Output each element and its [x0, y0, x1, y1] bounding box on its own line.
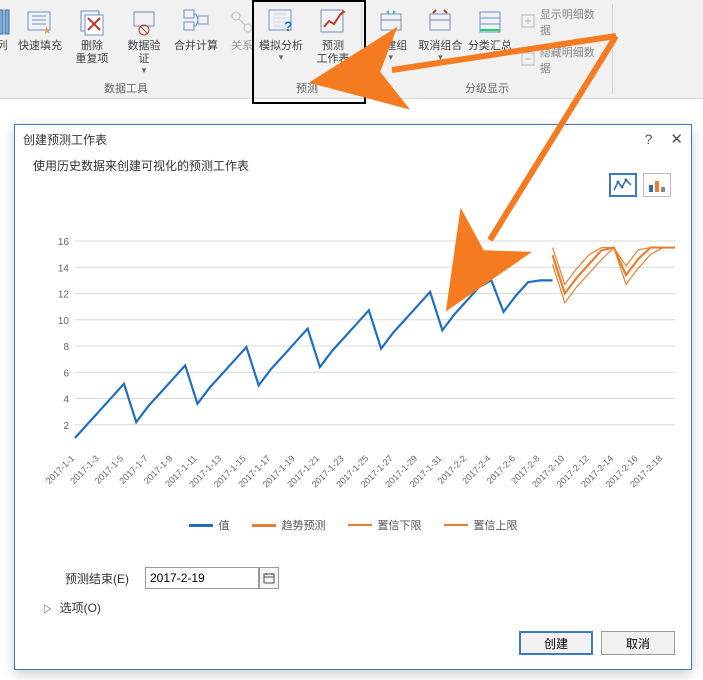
- consolidate-icon: [180, 6, 212, 38]
- svg-text:12: 12: [58, 290, 70, 301]
- line-chart-icon: [613, 177, 633, 193]
- svg-text:?: ?: [284, 18, 293, 34]
- svg-text:4: 4: [63, 395, 69, 406]
- dialog-titlebar: 创建预测工作表 ? ✕: [15, 125, 691, 153]
- group-icon: [375, 6, 407, 38]
- group-button[interactable]: 创建组 ▾: [368, 2, 414, 61]
- calendar-icon: [263, 572, 275, 584]
- chevron-right-icon: ▷: [44, 601, 51, 615]
- svg-text:2: 2: [63, 421, 69, 432]
- what-if-icon: ?: [265, 6, 297, 38]
- forecast-end-input[interactable]: [145, 567, 259, 589]
- ungroup-button[interactable]: 取消组合 ▾: [418, 2, 464, 61]
- chart-type-line-button[interactable]: [609, 173, 637, 197]
- forecast-sheet-icon: [317, 6, 349, 38]
- forecast-chart: 2468101214162017-1-12017-1-32017-1-52017…: [45, 231, 681, 521]
- help-button[interactable]: ?: [645, 131, 653, 147]
- ribbon: 列 快速填充 删除 重复项 数据验 证 ▾: [0, 0, 703, 99]
- bar-chart-icon: [647, 177, 667, 193]
- relationships-button: 关系: [224, 2, 260, 53]
- what-if-analysis-button[interactable]: ? 模拟分析 ▾: [257, 2, 305, 61]
- show-detail-icon: [521, 14, 536, 30]
- ungroup-icon: [424, 6, 456, 38]
- dialog-title: 创建预测工作表: [23, 131, 107, 148]
- close-button[interactable]: ✕: [670, 130, 683, 148]
- flash-fill-icon: [24, 6, 56, 38]
- svg-text:14: 14: [58, 263, 70, 274]
- flash-fill-button[interactable]: 快速填充: [16, 2, 64, 53]
- text-to-columns-button[interactable]: 列: [0, 2, 12, 53]
- hide-detail-icon: [521, 52, 536, 68]
- svg-text:16: 16: [58, 237, 70, 248]
- dropdown-icon: ▾: [279, 53, 284, 61]
- hide-detail-button: 隐藏明细数据: [517, 42, 606, 78]
- consolidate-button[interactable]: 合并计算: [172, 2, 220, 53]
- group-label-forecast: 预测: [296, 78, 318, 98]
- group-label-outline: 分级显示: [465, 78, 509, 98]
- subtotal-button[interactable]: 分类汇总: [467, 2, 513, 53]
- dropdown-icon: ▾: [389, 53, 394, 61]
- svg-text:8: 8: [63, 342, 69, 353]
- data-validation-button[interactable]: 数据验 证 ▾: [120, 2, 168, 74]
- create-button[interactable]: 创建: [519, 631, 593, 655]
- relationships-icon: [226, 6, 258, 38]
- subtotal-icon: [474, 6, 506, 38]
- remove-duplicates-icon: [76, 6, 108, 38]
- date-picker-button[interactable]: [259, 567, 279, 589]
- dialog-description: 使用历史数据来创建可视化的预测工作表: [33, 157, 673, 174]
- dropdown-icon: ▾: [438, 53, 443, 61]
- chart-legend: 值 趋势预测 置信下限 置信上限: [15, 517, 691, 533]
- svg-text:10: 10: [58, 316, 70, 327]
- forecast-end-label: 预测结束(E): [65, 570, 129, 587]
- data-validation-icon: [128, 6, 160, 38]
- forecast-dialog: 创建预测工作表 ? ✕ 使用历史数据来创建可视化的预测工作表 2 4 6 8 10 12 1…: [14, 124, 692, 670]
- show-detail-button: 显示明细数据: [517, 4, 606, 40]
- options-expander[interactable]: ▷ 选项(O): [43, 599, 101, 616]
- remove-duplicates-button[interactable]: 删除 重复项: [68, 2, 116, 66]
- svg-text:6: 6: [63, 368, 69, 379]
- cancel-button[interactable]: 取消: [601, 631, 675, 655]
- chart-type-bar-button[interactable]: [643, 173, 671, 197]
- dropdown-icon: ▾: [142, 66, 147, 74]
- group-label-data-tools: 数据工具: [104, 78, 148, 98]
- forecast-sheet-button[interactable]: 预测 工作表: [309, 2, 357, 66]
